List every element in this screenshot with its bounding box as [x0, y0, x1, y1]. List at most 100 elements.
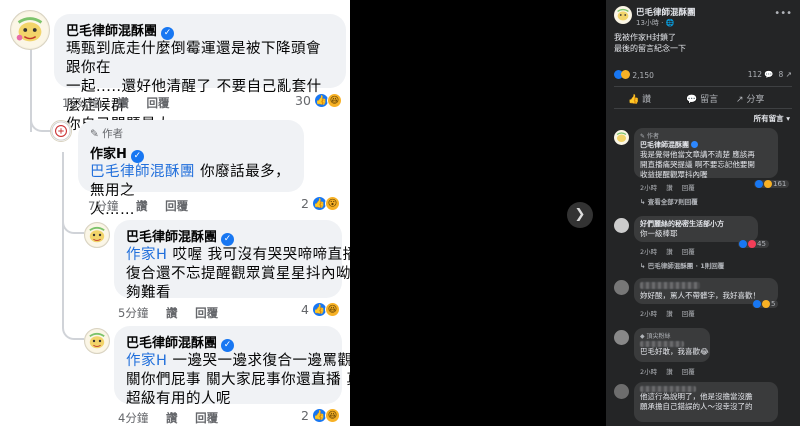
avatar[interactable]: [614, 130, 629, 145]
comment-author[interactable]: 好們麗絲的秘密生活部小方: [640, 219, 752, 229]
avatar[interactable]: [614, 330, 629, 345]
thread-line: [62, 152, 64, 324]
reaction-summary[interactable]: 2 👍 😆: [301, 408, 340, 423]
comment-text: 巴毛好敢，我喜歡😂: [640, 347, 709, 356]
comment-author[interactable]: 巴毛律師混酥團: [640, 140, 772, 150]
reaction-count: 4: [301, 302, 309, 317]
reply-button[interactable]: 回覆: [146, 96, 169, 110]
like-button[interactable]: 讚: [166, 306, 178, 320]
verified-badge-icon: ✓: [221, 339, 235, 352]
haha-icon: 😆: [326, 93, 342, 108]
comment-bubble: 他這行為說明了，他是沒擔當沒膽 願承擔自己錯誤的人～沒幸沒了的: [634, 382, 778, 422]
comment-time[interactable]: 7分鐘: [88, 199, 118, 213]
comment-text: 你一級棒耶: [640, 229, 678, 238]
comment-meta: 2小時 讚 回覆: [640, 184, 695, 192]
comment-meta: 2小時 讚 回覆: [640, 368, 695, 376]
verified-badge-icon: ✓: [130, 150, 144, 163]
comment-meta: 15分鐘 讚 回覆: [62, 95, 183, 111]
reaction-count: 2,150: [632, 71, 654, 80]
top-fan-badge: ◆ 頂尖粉絲: [640, 333, 671, 340]
like-button[interactable]: 讚: [136, 199, 148, 213]
comment-bubble: 巴毛律師混酥團 ✓ 作家H 一邊哭一邊求復合一邊罵觀眾 關你們屁事 關大家屁事你還…: [114, 326, 350, 407]
share-icon: ↗: [785, 70, 792, 79]
reply-preview[interactable]: ↳ 巴毛律師混酥團 · 1則回覆: [640, 260, 731, 270]
next-arrow-icon[interactable]: ❯: [567, 202, 593, 228]
view-replies-link[interactable]: ↳ 查看全部7則回覆: [640, 196, 705, 206]
like-button[interactable]: 讚: [166, 411, 178, 425]
comment-meta: 7分鐘 讚 回覆: [88, 198, 202, 214]
haha-icon: [764, 180, 772, 188]
comment-author[interactable]: 巴毛律師混酥團 ✓: [126, 332, 330, 352]
reaction-summary[interactable]: 2 👍 😮: [301, 196, 340, 211]
mention-tag[interactable]: 巴毛律師混酥團: [90, 164, 195, 180]
comment-meta: 2小時 讚 回覆: [640, 310, 695, 318]
reaction-count: 30: [295, 93, 311, 108]
reaction-count: 2: [301, 408, 309, 423]
reply-button[interactable]: 回覆: [195, 411, 218, 425]
zoomed-comment-thread: 巴毛律師混酥團 ✓ 瑪甄到底走什麼倒霉運還是被下降頭會跟你在 一起.....還好他…: [0, 0, 350, 426]
comment-bubble: ◆ 頂尖粉絲 巴毛好敢，我喜歡😂: [634, 328, 710, 362]
comment-text: 作家H 哎喔 我可沒有哭哭啼啼直播要 復合還不忘提醒觀眾賞星星抖內呦 有 夠難看: [126, 247, 350, 301]
comment-text: 我是覺得他當文章講不清楚 應該再 開直播痛哭提議 啊不要忘記他要開 收益提醒觀眾…: [640, 150, 755, 179]
comment-bubble: ✎ 作者 巴毛律師混酥團 我是覺得他當文章講不清楚 應該再 開直播痛哭提議 啊不…: [634, 128, 778, 179]
share-action-button[interactable]: ↗ 分享: [736, 92, 764, 105]
avatar[interactable]: [84, 222, 110, 248]
avatar[interactable]: [50, 120, 72, 142]
page-avatar[interactable]: [614, 6, 632, 24]
reaction-summary[interactable]: 45: [738, 240, 769, 248]
reply-button[interactable]: 回覆: [165, 199, 188, 213]
like-icon: [755, 180, 763, 188]
post-time[interactable]: 13小時 · 🌐: [636, 18, 674, 28]
comment-author[interactable]: 巴毛律師混酥團 ✓: [66, 20, 334, 40]
comment-sort-dropdown[interactable]: 所有留言 ▾: [754, 113, 790, 124]
comment-bubble: 巴毛律師混酥團✓ 作家H 哎喔 我可沒有哭哭啼啼直播要 復合還不忘提醒觀眾賞星星…: [114, 220, 350, 301]
reaction-summary[interactable]: 4 👍 😆: [301, 302, 340, 317]
author-badge: ✎ 作者: [90, 128, 124, 140]
comment-time[interactable]: 15分鐘: [62, 96, 100, 110]
pen-icon: ✎: [90, 128, 103, 140]
wow-icon: 😮: [324, 196, 340, 211]
reaction-summary[interactable]: 2,150: [614, 70, 654, 80]
verified-badge-icon: ✓: [221, 233, 235, 246]
divider: [614, 108, 792, 109]
mention-tag[interactable]: 作家H: [126, 353, 167, 369]
reaction-summary[interactable]: 30 👍 😆: [295, 93, 342, 108]
avatar[interactable]: [84, 328, 110, 354]
haha-icon: [762, 300, 770, 308]
comment-author[interactable]: 巴毛律師混酥團 ✓: [126, 226, 330, 246]
comment-meta: 2小時 讚 回覆: [640, 248, 695, 256]
comment-meta: 5分鐘 讚 回覆: [118, 305, 232, 321]
author-badge: ✎ 作者: [640, 133, 659, 140]
avatar[interactable]: [10, 10, 50, 50]
like-button[interactable]: 讚: [117, 96, 129, 110]
reaction-count: 2: [301, 196, 309, 211]
comment-text: 他這行為說明了，他是沒擔當沒膽 願承擔自己錯誤的人～沒幸沒了的: [640, 392, 753, 411]
avatar[interactable]: [614, 280, 629, 295]
post-panel: 巴毛律師混酥團 13小時 · 🌐 ••• 我被作家H封鎖了 最後的留言紀念一下 …: [606, 0, 800, 426]
like-action-button[interactable]: 👍 讚: [628, 92, 651, 105]
comment-action-button[interactable]: 💬 留言: [686, 92, 718, 105]
post-text: 我被作家H封鎖了 最後的留言紀念一下: [614, 33, 686, 53]
comment-time[interactable]: 5分鐘: [118, 306, 148, 320]
comment-bubble: ✎ 作者 作家H ✓ 巴毛律師混酥團 你廢話最多，無用之 人……: [78, 120, 304, 218]
comment-time[interactable]: 4分鐘: [118, 411, 148, 425]
love-icon: [748, 240, 756, 248]
avatar[interactable]: [614, 218, 629, 233]
reaction-summary[interactable]: 161: [754, 180, 790, 188]
redacted-name: [640, 341, 684, 347]
haha-icon: [621, 70, 630, 79]
reaction-summary[interactable]: 5: [752, 300, 779, 308]
haha-icon: 😆: [324, 302, 340, 317]
comment-share-counts[interactable]: 112 💬 8 ↗: [748, 70, 792, 79]
divider: [614, 86, 792, 87]
like-icon: [739, 240, 747, 248]
redacted-name: [640, 282, 700, 289]
mention-tag[interactable]: 作家H: [126, 247, 167, 263]
more-options-icon[interactable]: •••: [774, 8, 792, 19]
verified-badge-icon: [691, 141, 698, 148]
comment-text: 作家H 一邊哭一邊求復合一邊罵觀眾 關你們屁事 關大家屁事你還直播 真是 超級有…: [126, 353, 350, 407]
page-name[interactable]: 巴毛律師混酥團: [636, 6, 696, 18]
avatar[interactable]: [614, 384, 629, 399]
comment-author[interactable]: 作家H ✓: [90, 143, 292, 163]
reply-button[interactable]: 回覆: [195, 306, 218, 320]
